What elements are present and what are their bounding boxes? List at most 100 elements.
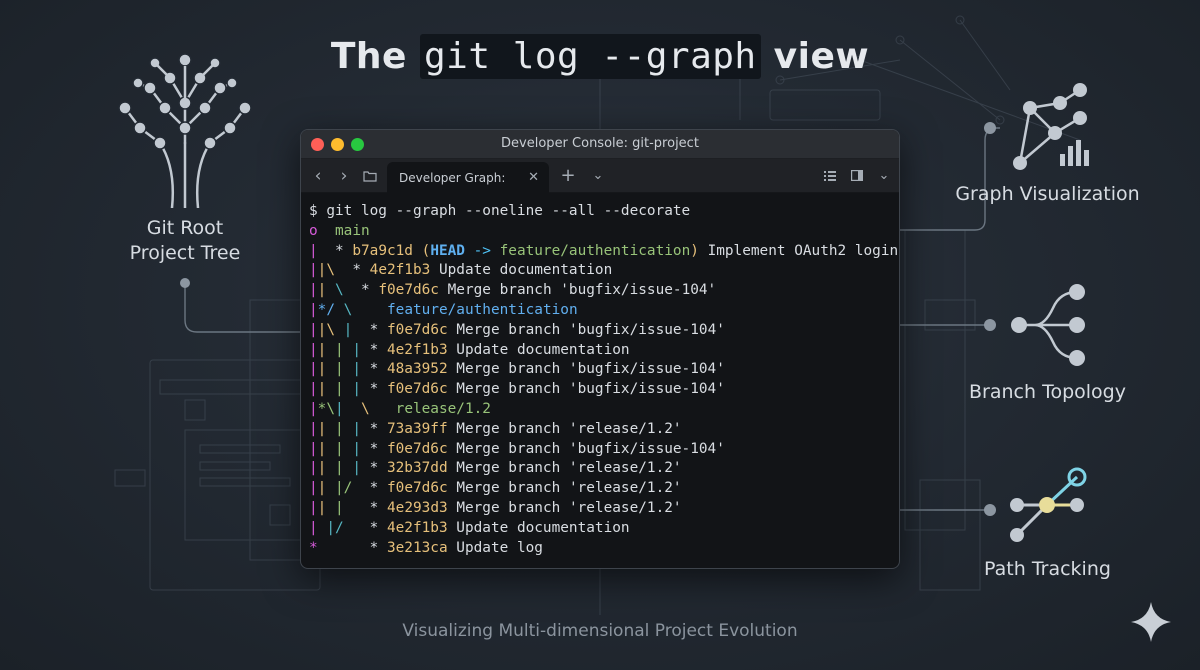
log-segment: * xyxy=(361,321,387,338)
log-segment: | xyxy=(309,341,318,358)
path-tracking-label: Path Tracking xyxy=(984,558,1111,580)
log-line: || \ * f0e7d6c Merge branch 'bugfix/issu… xyxy=(309,281,899,301)
log-segment: | xyxy=(335,400,361,417)
page-subtitle: Visualizing Multi-dimensional Project Ev… xyxy=(402,621,798,641)
list-icon[interactable] xyxy=(819,165,841,187)
log-segment: | xyxy=(309,440,318,457)
log-segment: | xyxy=(317,420,335,437)
git-root-label-line1: Git Root xyxy=(146,217,224,239)
log-segment: | xyxy=(309,381,318,398)
log-segment: | xyxy=(309,262,318,279)
forward-button[interactable]: › xyxy=(333,165,355,187)
log-segment: * xyxy=(369,460,387,477)
log-segment: Merge branch 'bugfix/issue-104' xyxy=(456,440,725,457)
log-segment: | xyxy=(317,361,335,378)
log-segment: Merge branch 'release/1.2' xyxy=(456,499,682,516)
log-segment: | xyxy=(335,440,353,457)
log-segment: * xyxy=(369,381,387,398)
log-segment: * xyxy=(361,499,387,516)
log-segment: * xyxy=(352,519,387,536)
terminal-output[interactable]: $ git log --graph --oneline --all --deco… xyxy=(301,194,899,559)
log-line: || |/ * f0e7d6c Merge branch 'release/1.… xyxy=(309,479,899,499)
log-segment: | xyxy=(335,420,353,437)
path-tracking-icon xyxy=(1010,467,1087,542)
folder-icon[interactable] xyxy=(359,165,381,187)
log-line: || | | * 4e2f1b3 Update documentation xyxy=(309,341,899,361)
sparkle-icon xyxy=(1131,602,1171,642)
log-line: || | | * 32b37dd Merge branch 'release/1… xyxy=(309,459,899,479)
log-line: | |/ * 4e2f1b3 Update documentation xyxy=(309,519,899,539)
log-segment: $ xyxy=(309,203,327,219)
close-tab-icon[interactable]: ✕ xyxy=(528,170,539,185)
new-tab-button[interactable]: + xyxy=(557,165,579,187)
log-line: || | | * f0e7d6c Merge branch 'bugfix/is… xyxy=(309,440,899,460)
log-segment: | xyxy=(352,460,370,477)
log-segment: ( xyxy=(421,242,431,259)
tab-bar: ‹ › Developer Graph: ✕ + ⌄ ⌄ xyxy=(301,159,899,193)
log-segment: * xyxy=(369,341,387,358)
log-segment: Merge branch 'release/1.2' xyxy=(456,480,682,497)
log-segment: | xyxy=(317,480,335,497)
title-code: git log --graph xyxy=(420,34,761,79)
log-line: * * 3e213ca Update log xyxy=(309,539,899,559)
log-segment: 32b37dd xyxy=(386,460,457,477)
tab-dropdown-button[interactable]: ⌄ xyxy=(587,165,609,187)
git-root-label: Git Root Project Tree xyxy=(110,216,260,266)
log-line: o main xyxy=(309,222,899,242)
log-segment: | xyxy=(309,519,318,536)
graph-visualization-icon xyxy=(1013,83,1089,170)
log-segment: git log --graph --oneline --all --decora… xyxy=(326,203,691,219)
log-line: || | | * 73a39ff Merge branch 'release/1… xyxy=(309,420,899,440)
log-segment: | xyxy=(309,400,318,417)
log-segment: | xyxy=(309,301,318,318)
log-segment: Update documentation xyxy=(456,519,630,536)
log-segment: | xyxy=(317,381,335,398)
page-title: The git log --graph view xyxy=(330,34,870,79)
log-line: ||\ * 4e2f1b3 Update documentation xyxy=(309,261,899,281)
log-segment: |/ xyxy=(335,480,361,497)
log-segment: \ xyxy=(361,400,396,417)
log-segment: 3e213ca xyxy=(386,539,457,556)
log-segment: * xyxy=(369,539,387,556)
command-line: $ git log --graph --oneline --all --deco… xyxy=(309,202,899,222)
window-titlebar: Developer Console: git-project xyxy=(301,130,899,159)
log-segment: * xyxy=(335,262,370,279)
log-segment: release/1.2 xyxy=(395,400,491,417)
log-segment: | xyxy=(352,420,370,437)
log-segment: feature/authentication xyxy=(387,301,578,318)
back-button[interactable]: ‹ xyxy=(307,165,329,187)
log-line: || | | * f0e7d6c Merge branch 'bugfix/is… xyxy=(309,380,899,400)
log-segment: feature/authentication xyxy=(499,242,691,259)
window-menu-button[interactable]: ⌄ xyxy=(873,165,895,187)
log-segment: |\ xyxy=(317,262,335,279)
git-root-label-line2: Project Tree xyxy=(129,242,241,264)
log-segment: * xyxy=(335,242,353,259)
log-segment: f0e7d6c xyxy=(387,321,457,338)
log-segment: *\ xyxy=(317,400,335,417)
log-segment: ) xyxy=(690,242,699,259)
log-segment: o xyxy=(309,222,335,239)
log-line: ||\ | * f0e7d6c Merge branch 'bugfix/iss… xyxy=(309,321,899,341)
window-title: Developer Console: git-project xyxy=(501,136,699,151)
log-segment: * xyxy=(309,539,370,556)
log-segment: 48a3952 xyxy=(386,361,457,378)
log-segment: Update documentation xyxy=(438,262,613,279)
log-segment: HEAD xyxy=(430,242,465,259)
log-segment: |/ xyxy=(317,519,353,536)
log-segment: | xyxy=(335,499,361,516)
log-line: || | * 4e293d3 Merge branch 'release/1.2… xyxy=(309,499,899,519)
log-segment: Update log xyxy=(456,539,543,556)
graph-visualization-label: Graph Visualization xyxy=(955,183,1140,205)
log-segment: 4e2f1b3 xyxy=(386,341,457,358)
log-segment: f0e7d6c xyxy=(378,282,448,299)
log-segment: * xyxy=(369,420,387,437)
log-segment: * xyxy=(361,480,387,497)
log-segment: f0e7d6c xyxy=(386,381,457,398)
log-segment: * xyxy=(369,361,387,378)
log-segment: b7a9c1d xyxy=(352,242,422,259)
sidebar-icon[interactable] xyxy=(846,165,868,187)
log-segment: | xyxy=(309,282,318,299)
tab-developer-graph[interactable]: Developer Graph: ✕ xyxy=(387,162,549,193)
log-segment: | xyxy=(309,242,335,259)
log-segment: f0e7d6c xyxy=(386,440,457,457)
